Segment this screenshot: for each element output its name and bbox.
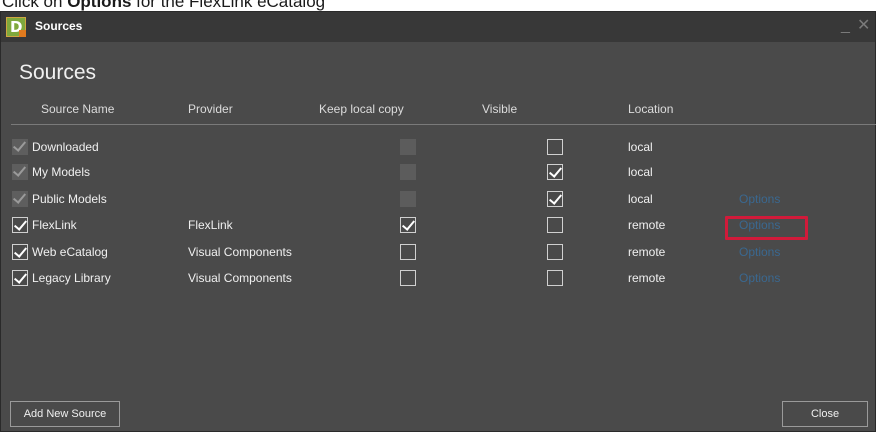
- column-header-source-name[interactable]: Source Name: [41, 102, 114, 116]
- instruction-bold: Options: [67, 0, 132, 11]
- instruction-prefix: Click on: [2, 0, 68, 11]
- title-bar[interactable]: D Sources _ ✕: [1, 12, 875, 42]
- row-location: remote: [628, 218, 666, 232]
- row-enabled-checkbox[interactable]: [12, 244, 28, 260]
- page-title: Sources: [19, 61, 97, 84]
- row-location: local: [628, 140, 653, 154]
- row-source-name: Public Models: [32, 192, 107, 206]
- row-provider: Visual Components: [188, 271, 292, 285]
- row-visible-checkbox[interactable]: [547, 217, 563, 233]
- minimize-button[interactable]: _: [841, 16, 850, 36]
- row-keep-local-checkbox: [400, 139, 416, 155]
- row-options-link[interactable]: Options: [739, 191, 780, 207]
- close-window-icon[interactable]: ✕: [857, 16, 870, 36]
- row-provider: Visual Components: [188, 245, 292, 259]
- row-options-link[interactable]: Options: [739, 270, 780, 286]
- add-new-source-button[interactable]: Add New Source: [10, 401, 120, 427]
- row-keep-local-checkbox: [400, 191, 416, 207]
- row-visible-checkbox[interactable]: [547, 244, 563, 260]
- row-enabled-checkbox: [12, 191, 28, 207]
- row-enabled-checkbox: [12, 164, 28, 180]
- row-visible-checkbox[interactable]: [547, 191, 563, 207]
- close-button[interactable]: Close: [782, 401, 868, 427]
- sources-dialog: D Sources _ ✕ Sources Source Name Provid…: [0, 11, 876, 432]
- row-keep-local-checkbox: [400, 164, 416, 180]
- row-location: local: [628, 165, 653, 179]
- row-source-name: FlexLink: [32, 218, 77, 232]
- row-source-name: Legacy Library: [32, 271, 111, 285]
- highlight-box: [725, 216, 808, 240]
- row-source-name: Downloaded: [32, 140, 99, 154]
- header-divider: [11, 124, 876, 125]
- row-visible-checkbox[interactable]: [547, 164, 563, 180]
- row-visible-checkbox[interactable]: [547, 139, 563, 155]
- row-location: remote: [628, 245, 666, 259]
- column-header-provider[interactable]: Provider: [188, 102, 233, 116]
- row-enabled-checkbox[interactable]: [12, 217, 28, 233]
- row-location: local: [628, 192, 653, 206]
- window-title: Sources: [35, 19, 83, 33]
- row-source-name: My Models: [32, 165, 91, 179]
- row-provider: FlexLink: [188, 218, 233, 232]
- app-logo-icon: D: [6, 17, 26, 37]
- row-visible-checkbox[interactable]: [547, 270, 563, 286]
- row-enabled-checkbox[interactable]: [12, 270, 28, 286]
- column-header-visible[interactable]: Visible: [482, 102, 517, 116]
- row-options-link[interactable]: Options: [739, 244, 780, 260]
- instruction-text: Click on Options for the FlexLink eCatal…: [2, 0, 325, 11]
- column-header-location[interactable]: Location: [628, 102, 673, 116]
- row-enabled-checkbox: [12, 139, 28, 155]
- row-keep-local-checkbox[interactable]: [400, 244, 416, 260]
- instruction-suffix: for the FlexLink eCatalog: [131, 0, 326, 11]
- row-keep-local-checkbox[interactable]: [400, 270, 416, 286]
- column-header-keep-local-copy[interactable]: Keep local copy: [319, 102, 404, 116]
- row-keep-local-checkbox[interactable]: [400, 217, 416, 233]
- row-source-name: Web eCatalog: [32, 245, 108, 259]
- row-location: remote: [628, 271, 666, 285]
